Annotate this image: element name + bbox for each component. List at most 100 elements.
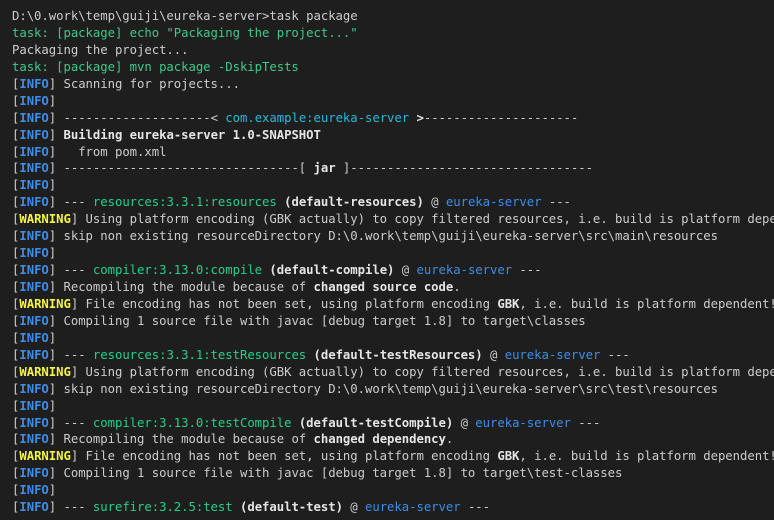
terminal-line: [INFO] from pom.xml	[12, 144, 774, 161]
project-name: eureka-server	[365, 500, 461, 515]
terminal-line: [INFO] skip non existing resourceDirecto…	[12, 381, 774, 398]
log-text: @	[482, 347, 505, 362]
emphasized-text: >	[409, 110, 424, 125]
terminal-line: [INFO]	[12, 482, 774, 499]
log-level-info: INFO	[19, 229, 49, 244]
log-text: ]	[48, 398, 57, 413]
log-text: ] ---	[48, 500, 93, 515]
terminal-line: [INFO] --- compiler:3.13.0:compile (defa…	[12, 262, 774, 279]
log-level-info: INFO	[19, 398, 49, 413]
log-text: @	[394, 263, 417, 278]
log-level-info: INFO	[19, 195, 49, 210]
terminal-line: [INFO] Building eureka-server 1.0-SNAPSH…	[12, 127, 774, 144]
log-level-info: INFO	[19, 330, 49, 345]
terminal-line: Packaging the project...	[12, 42, 774, 59]
log-text: ]	[48, 127, 64, 142]
log-text: ] Compiling 1 source file with javac [de…	[48, 313, 586, 328]
emphasized-text: jar	[313, 161, 336, 176]
log-text: ] ---	[48, 195, 93, 210]
log-text: ]	[48, 110, 64, 125]
log-text: , i.e. build is platform dependent!	[519, 296, 774, 311]
log-text: @	[453, 415, 476, 430]
log-text: ] File encoding has not been set, using …	[70, 296, 498, 311]
terminal-line: [INFO]	[12, 330, 774, 347]
plugin-goal: resources:3.3.1:testResources	[92, 347, 307, 362]
terminal-line: [INFO] Compiling 1 source file with java…	[12, 465, 774, 482]
terminal-line: [WARNING] File encoding has not been set…	[12, 448, 774, 465]
terminal-line: [INFO]	[12, 245, 774, 262]
log-text: ] Using platform encoding (GBK actually)…	[70, 212, 774, 227]
log-level-info: INFO	[19, 76, 49, 91]
log-text: ] File encoding has not been set, using …	[70, 449, 498, 464]
log-text: .	[445, 432, 454, 447]
log-text: ] skip non existing resourceDirectory D:…	[48, 229, 718, 244]
emphasized-text: (default-testResources)	[313, 347, 483, 362]
terminal-line: [INFO]	[12, 177, 774, 194]
log-text: ---	[541, 195, 571, 210]
log-text: ] Compiling 1 source file with javac [de…	[48, 466, 623, 481]
log-text: ---	[570, 415, 601, 430]
log-level-info: INFO	[19, 178, 49, 193]
emphasized-text: Building eureka-server 1.0-SNAPSHOT	[63, 127, 321, 142]
log-level-info: INFO	[19, 347, 49, 362]
log-level-warning: WARNING	[19, 364, 71, 379]
emphasized-text: GBK	[497, 449, 520, 464]
log-text: ]	[48, 246, 57, 261]
command-prompt-line: D:\0.work\temp\guiji\eureka-server>task …	[12, 8, 774, 25]
log-text: , i.e. build is platform dependent!	[519, 449, 774, 464]
log-level-info: INFO	[19, 144, 49, 159]
log-text: ]	[48, 330, 57, 345]
log-text: @	[342, 500, 365, 515]
emphasized-text: changed source code	[313, 280, 454, 294]
terminal-line: [INFO] Scanning for projects...	[12, 76, 774, 93]
log-text: ---------------------	[423, 110, 579, 125]
task-text: task: [package] mvn package -DskipTests	[12, 59, 299, 74]
log-text: ] ---	[48, 347, 93, 362]
task-text: task: [package] echo "Packaging the proj…	[12, 25, 358, 40]
terminal-line: [WARNING] Using platform encoding (GBK a…	[12, 211, 774, 228]
log-level-info: INFO	[19, 381, 49, 396]
terminal-line: [INFO]	[12, 93, 774, 110]
log-text: ]---------------------------------	[335, 161, 593, 176]
terminal-output[interactable]: D:\0.work\temp\guiji\eureka-server>task …	[0, 0, 774, 520]
terminal-line: task: [package] mvn package -DskipTests	[12, 59, 774, 76]
terminal-line: [INFO] skip non existing resourceDirecto…	[12, 228, 774, 245]
emphasized-text: (default-compile)	[269, 263, 395, 278]
log-text: ---	[460, 500, 491, 515]
log-level-warning: WARNING	[19, 212, 71, 227]
project-name: eureka-server	[445, 195, 542, 210]
log-text: ---	[600, 347, 630, 362]
plugin-goal: compiler:3.13.0:compile	[92, 263, 263, 278]
project-name: eureka-server	[475, 415, 571, 430]
log-text: ] from pom.xml	[48, 144, 167, 159]
log-text: ]	[48, 483, 57, 498]
terminal-line: [INFO] --- resources:3.3.1:resources (de…	[12, 194, 774, 211]
log-level-warning: WARNING	[19, 449, 71, 464]
plugin-goal: surefire:3.2.5:test	[92, 500, 233, 515]
emphasized-text: changed dependency	[313, 432, 446, 447]
log-text: --------------------<	[63, 110, 226, 125]
terminal-line: task: [package] echo "Packaging the proj…	[12, 25, 774, 42]
log-text: ] Scanning for projects...	[48, 76, 240, 91]
log-text: Packaging the project...	[12, 42, 189, 57]
log-text: .	[453, 280, 461, 294]
log-level-info: INFO	[19, 432, 49, 447]
terminal-line: [WARNING] File encoding has not been set…	[12, 296, 774, 313]
log-text: D:\0.work\temp\guiji\eureka-server>task …	[12, 9, 358, 23]
log-text: ] ---	[48, 415, 93, 430]
log-level-info: INFO	[19, 263, 49, 278]
log-level-warning: WARNING	[19, 296, 71, 311]
log-text: ] Recompiling the module because of	[48, 280, 314, 294]
log-text: ] Using platform encoding (GBK actually)…	[70, 364, 774, 379]
log-text: ] Recompiling the module because of	[48, 432, 314, 447]
terminal-line: [INFO] Recompiling the module because of…	[12, 279, 774, 296]
log-text: --------------------------------[	[63, 161, 314, 176]
log-text: @	[423, 195, 446, 210]
log-text: ]	[48, 93, 57, 108]
terminal-line: [INFO] --- resources:3.3.1:testResources…	[12, 347, 774, 364]
emphasized-text: (default-resources)	[284, 195, 424, 210]
plugin-goal: compiler:3.13.0:testCompile	[92, 415, 292, 430]
